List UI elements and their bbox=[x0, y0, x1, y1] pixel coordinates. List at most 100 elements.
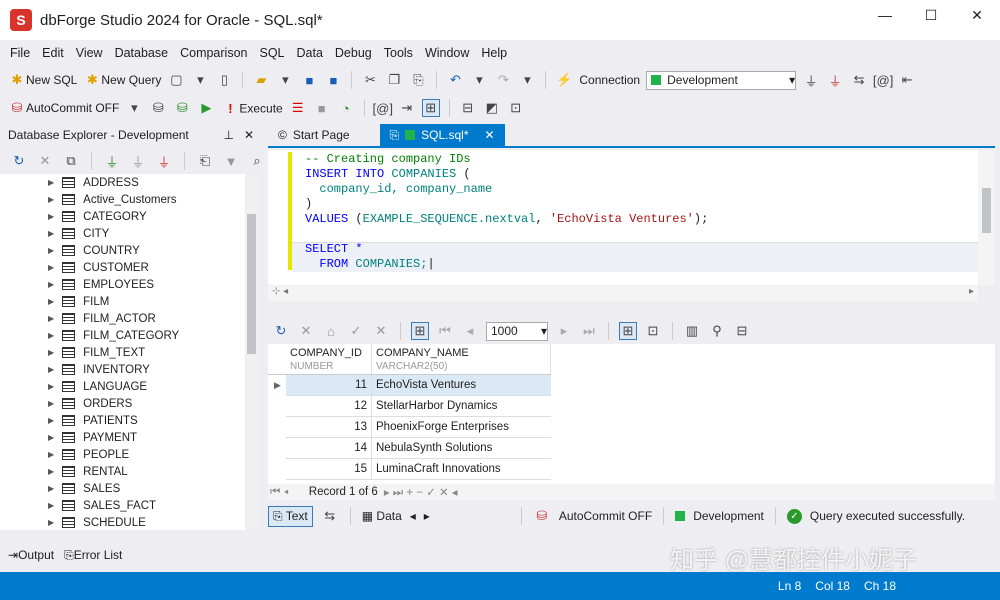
connect-icon[interactable]: ⏚ bbox=[802, 71, 820, 89]
tree-item-table[interactable]: ▶ COUNTRY bbox=[0, 242, 245, 259]
tree-item-table[interactable]: ▶ RENTAL bbox=[0, 463, 245, 480]
execute-current-icon[interactable]: ☰ bbox=[289, 99, 307, 117]
tree-item-table[interactable]: ▶ PEOPLE bbox=[0, 446, 245, 463]
close-tab-icon[interactable]: ✕ bbox=[485, 128, 495, 142]
first-record-icon[interactable]: ⏮ ◂ bbox=[270, 486, 289, 499]
expand-arrow-icon[interactable]: ▶ bbox=[48, 467, 54, 476]
tree-item-table[interactable]: ▶ EMPLOYEES bbox=[0, 276, 245, 293]
table-row[interactable]: 15 LuminaCraft Innovations bbox=[286, 459, 551, 480]
new-query-button[interactable]: ✱ New Query bbox=[83, 71, 161, 89]
tree-item-table[interactable]: ▶ SCHEDULE bbox=[0, 514, 245, 530]
refresh-icon[interactable]: ↻ bbox=[272, 322, 290, 340]
new-sql-button[interactable]: ✱ New SQL bbox=[8, 71, 78, 89]
properties-icon[interactable]: ⎗ bbox=[196, 152, 214, 170]
sql-editor[interactable]: -- Creating company IDs INSERT INTO COMP… bbox=[268, 150, 978, 285]
output-tab[interactable]: ⇥Output bbox=[8, 548, 54, 562]
cell-company-name[interactable]: PhoenixForge Enterprises bbox=[372, 421, 509, 433]
menu-tools[interactable]: Tools bbox=[378, 46, 419, 60]
tree-item-table[interactable]: ▶ PATIENTS bbox=[0, 412, 245, 429]
delete-icon[interactable]: ✕ bbox=[36, 152, 54, 170]
expand-arrow-icon[interactable]: ▶ bbox=[48, 518, 54, 527]
tree-item-table[interactable]: ▶ ADDRESS bbox=[0, 174, 245, 191]
history-icon[interactable]: ◔ bbox=[337, 99, 355, 117]
page-size-select[interactable]: 1000 ▾ bbox=[486, 321, 548, 341]
expand-arrow-icon[interactable]: ▶ bbox=[48, 382, 54, 391]
execute-button[interactable]: ! Execute bbox=[221, 99, 283, 117]
data-tab-button[interactable]: ▦ Data bbox=[362, 509, 402, 523]
table-row[interactable]: 12 StellarHarbor Dynamics bbox=[286, 396, 551, 417]
fetch-all-icon[interactable]: ⊞ bbox=[411, 322, 429, 340]
import-icon[interactable]: ⇤ bbox=[898, 71, 916, 89]
tree-item-table[interactable]: ▶ Active_Customers bbox=[0, 191, 245, 208]
expand-arrow-icon[interactable]: ▶ bbox=[48, 246, 54, 255]
table-row[interactable]: 13 PhoenixForge Enterprises bbox=[286, 417, 551, 438]
error-list-tab[interactable]: ⎘Error List bbox=[64, 548, 122, 563]
cell-company-name[interactable]: StellarHarbor Dynamics bbox=[372, 400, 497, 412]
explorer-scrollbar[interactable] bbox=[245, 174, 258, 530]
save-all-icon[interactable]: ■ bbox=[324, 71, 342, 89]
cell-company-id[interactable]: 14 bbox=[286, 438, 372, 458]
connect-icon[interactable]: ⏚ bbox=[129, 152, 147, 170]
dropdown-icon[interactable]: ▾ bbox=[276, 71, 294, 89]
tree-item-table[interactable]: ▶ ORDERS bbox=[0, 395, 245, 412]
column-header-company-id[interactable]: COMPANY_ID NUMBER bbox=[286, 344, 372, 374]
maximize-button[interactable]: ☐ bbox=[908, 0, 954, 30]
editor-vscroll[interactable] bbox=[978, 150, 995, 285]
menu-edit[interactable]: Edit bbox=[36, 46, 70, 60]
tree-item-table[interactable]: ▶ SALES_FACT bbox=[0, 497, 245, 514]
apply-icon[interactable]: ✓ bbox=[347, 322, 365, 340]
parameters-icon[interactable]: [@] bbox=[873, 71, 893, 89]
object-search-icon[interactable]: ⌕ bbox=[248, 152, 266, 170]
tree-item-table[interactable]: ▶ CUSTOMER bbox=[0, 259, 245, 276]
discard-icon[interactable]: ✕ bbox=[372, 322, 390, 340]
save-icon[interactable]: ■ bbox=[300, 71, 318, 89]
tree-item-table[interactable]: ▶ CITY bbox=[0, 225, 245, 242]
column-header-company-name[interactable]: COMPANY_NAME VARCHAR2(50) bbox=[372, 344, 551, 374]
menu-debug[interactable]: Debug bbox=[329, 46, 378, 60]
autocommit-button[interactable]: ⛁ AutoCommit OFF bbox=[8, 99, 120, 117]
menu-window[interactable]: Window bbox=[419, 46, 475, 60]
next-page-icon[interactable]: ▸ bbox=[555, 322, 573, 340]
profiler-icon[interactable]: ◩ bbox=[483, 99, 501, 117]
minimize-button[interactable]: — bbox=[862, 0, 908, 30]
refresh-icon[interactable]: ↻ bbox=[10, 152, 28, 170]
export-icon[interactable]: ⊟ bbox=[733, 322, 751, 340]
expand-arrow-icon[interactable]: ▶ bbox=[48, 297, 54, 306]
run-icon[interactable]: ▶ bbox=[197, 99, 215, 117]
cell-company-id[interactable]: 13 bbox=[286, 417, 372, 437]
new-connection-icon[interactable]: ⏚ bbox=[103, 152, 121, 170]
table-row[interactable]: 14 NebulaSynth Solutions bbox=[286, 438, 551, 459]
expand-arrow-icon[interactable]: ▶ bbox=[48, 263, 54, 272]
pin-icon[interactable]: ⊥ bbox=[223, 128, 233, 142]
expand-arrow-icon[interactable]: ▶ bbox=[48, 501, 54, 510]
tab-sql[interactable]: ⎘ SQL.sql* ✕ bbox=[379, 124, 505, 146]
dropdown-icon[interactable]: ▾ bbox=[125, 99, 143, 117]
swap-icon[interactable]: ⇆ bbox=[321, 507, 339, 525]
disconnect-icon[interactable]: ⏚ bbox=[155, 152, 173, 170]
new-document-icon[interactable]: ▢ bbox=[167, 71, 185, 89]
expand-arrow-icon[interactable]: ▶ bbox=[48, 348, 54, 357]
editor-hscroll[interactable]: ⊹ ◂ ▸ bbox=[268, 286, 978, 302]
tree-item-table[interactable]: ▶ FILM_ACTOR bbox=[0, 310, 245, 327]
expand-arrow-icon[interactable]: ▶ bbox=[48, 399, 54, 408]
expand-arrow-icon[interactable]: ▶ bbox=[48, 229, 54, 238]
menu-file[interactable]: File bbox=[4, 46, 36, 60]
tree-item-table[interactable]: ▶ SALES bbox=[0, 480, 245, 497]
expand-arrow-icon[interactable]: ▶ bbox=[48, 365, 54, 374]
cancel-icon[interactable]: ✕ bbox=[297, 322, 315, 340]
collapse-icon[interactable]: ⧉ bbox=[62, 152, 80, 170]
record-nav-icons[interactable]: ▸ ⏭ + − ✓ ✕ ◂ bbox=[384, 485, 458, 500]
stop-icon[interactable]: ■ bbox=[313, 99, 331, 117]
expand-arrow-icon[interactable]: ▶ bbox=[48, 433, 54, 442]
expand-arrow-icon[interactable]: ▶ bbox=[48, 178, 54, 187]
close-panel-icon[interactable]: ✕ bbox=[244, 128, 254, 142]
parameters-icon[interactable]: [@] bbox=[373, 99, 393, 117]
tab-start-page[interactable]: © Start Page bbox=[268, 124, 360, 146]
expand-arrow-icon[interactable]: ▶ bbox=[48, 195, 54, 204]
refresh-connection-icon[interactable]: ⇆ bbox=[850, 71, 868, 89]
new-file-icon[interactable]: ▯ bbox=[215, 71, 233, 89]
menu-data[interactable]: Data bbox=[291, 46, 329, 60]
tree-item-table[interactable]: ▶ FILM_TEXT bbox=[0, 344, 245, 361]
expand-arrow-icon[interactable]: ▶ bbox=[48, 314, 54, 323]
expand-arrow-icon[interactable]: ▶ bbox=[48, 450, 54, 459]
